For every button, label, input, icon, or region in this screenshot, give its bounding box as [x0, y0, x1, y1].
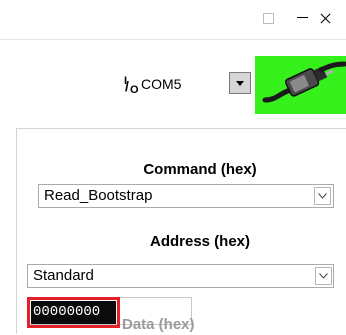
title-divider: [0, 39, 346, 40]
command-select-value: Read_Bootstrap: [44, 187, 153, 204]
maximize-button[interactable]: [245, 0, 291, 36]
address-mode-select[interactable]: Standard: [27, 264, 334, 288]
command-select[interactable]: Read_Bootstrap: [38, 184, 334, 208]
highlight-box: [27, 297, 120, 328]
command-select-arrow[interactable]: [314, 187, 331, 205]
com-port-dropdown-button[interactable]: [229, 72, 251, 94]
connect-button[interactable]: [255, 56, 346, 114]
io-icon: I / O: [124, 75, 139, 96]
chevron-down-icon: [318, 193, 327, 199]
com-port-value[interactable]: COM5: [141, 74, 181, 94]
chevron-down-icon: [319, 273, 328, 279]
title-bar: [0, 0, 346, 36]
data-label: Data (hex): [122, 316, 195, 333]
address-label: Address (hex): [149, 233, 251, 250]
plug-cable-icon: [262, 61, 346, 103]
close-button[interactable]: [316, 0, 346, 36]
address-mode-value: Standard: [33, 267, 94, 284]
command-label: Command (hex): [143, 161, 257, 178]
address-mode-arrow[interactable]: [315, 267, 332, 285]
